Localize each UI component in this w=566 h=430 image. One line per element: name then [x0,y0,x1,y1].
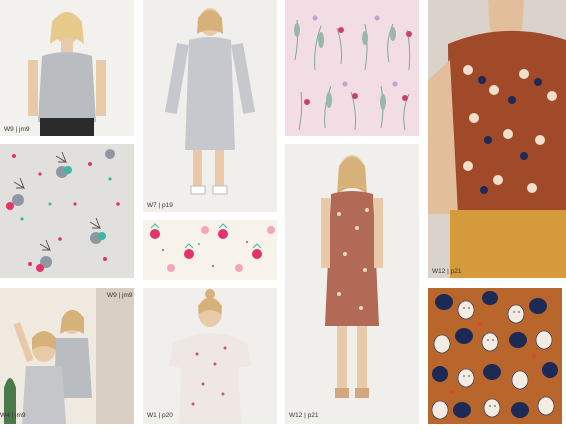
model-illustration [28,12,106,136]
model-illustration [321,155,383,398]
fabric-print-pineapple-grey[interactable] [0,144,134,278]
strawberry-print-swatch [143,220,277,280]
floral-print-swatch [285,0,419,136]
fabric-print-floral-pink[interactable] [285,0,419,136]
product-photo-sleeveless-dress[interactable]: W12 | p21 [285,144,419,424]
caption: W12 | p21 [432,268,462,275]
product-photo-shirt-closeup[interactable]: W12 | p21 [428,0,566,278]
fabric-print-faces-rust[interactable] [428,288,562,424]
model-illustration [164,8,256,195]
faces-print-swatch [428,288,562,424]
pineapple-print-swatch [0,144,134,278]
caption: W4 | jm9 [0,412,26,419]
product-photo-kids[interactable]: W9 | jm9 W4 | jm9 [0,288,134,424]
product-photo-blouse[interactable]: W1 | p20 [143,288,277,424]
model-illustration [169,289,251,424]
caption: W7 | p19 [147,202,173,209]
caption: W1 | p20 [147,412,173,419]
product-photo-sleeveless-top[interactable]: W9 | jm9 [0,0,134,136]
model-illustration [4,288,134,424]
model-illustration [428,0,566,278]
caption: W9 | jm9 [107,292,133,299]
caption: W9 | jm9 [4,126,30,133]
caption: W12 | p21 [289,412,319,419]
fabric-print-strawberry[interactable] [143,220,277,280]
product-photo-shirt-dress[interactable]: W7 | p19 [143,0,277,212]
